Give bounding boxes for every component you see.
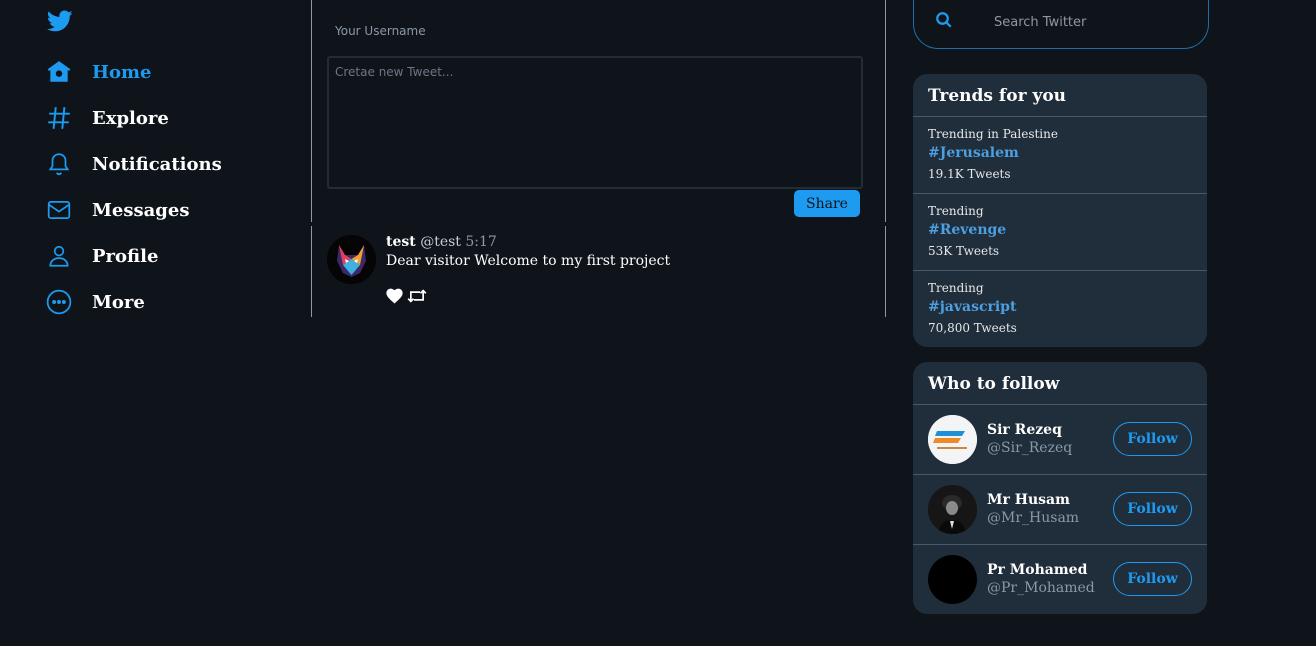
hashtag-icon xyxy=(44,103,74,133)
column-divider xyxy=(885,226,886,317)
divider xyxy=(913,116,1207,117)
bell-icon xyxy=(44,149,74,179)
search-icon xyxy=(935,11,953,33)
trend-category: Trending xyxy=(928,281,984,295)
follow-handle[interactable]: @Pr_Mohamed xyxy=(987,580,1095,596)
divider xyxy=(913,270,1207,271)
share-button[interactable]: Share xyxy=(794,190,860,217)
trend-category: Trending in Palestine xyxy=(928,127,1058,141)
follow-name[interactable]: Mr Husam xyxy=(987,492,1070,508)
trends-title: Trends for you xyxy=(928,86,1067,106)
twitter-logo-icon[interactable] xyxy=(46,8,74,34)
nav-label-messages: Messages xyxy=(92,199,190,221)
post-author-name[interactable]: test xyxy=(386,234,416,250)
avatar[interactable] xyxy=(928,555,977,604)
avatar[interactable] xyxy=(928,485,977,534)
search-input[interactable] xyxy=(992,14,1196,31)
post-time: 5:17 xyxy=(465,234,497,250)
follow-name[interactable]: Pr Mohamed xyxy=(987,562,1087,578)
nav-label-profile: Profile xyxy=(92,245,159,267)
nav-item-home[interactable]: Home xyxy=(44,54,152,90)
follow-name[interactable]: Sir Rezeq xyxy=(987,422,1062,438)
trend-count: 70,800 Tweets xyxy=(928,321,1017,335)
divider xyxy=(913,404,1207,405)
follow-handle[interactable]: @Sir_Rezeq xyxy=(987,440,1072,456)
trends-card: Trends for you Trending in Palestine #Je… xyxy=(913,74,1207,347)
trend-count: 19.1K Tweets xyxy=(928,167,1011,181)
post-actions xyxy=(386,288,427,308)
post-text: Dear visitor Welcome to my first project xyxy=(386,253,671,269)
trend-hashtag[interactable]: #javascript xyxy=(928,299,1016,315)
trend-hashtag[interactable]: #Revenge xyxy=(928,222,1006,238)
trend-count: 53K Tweets xyxy=(928,244,1000,258)
follow-button[interactable]: Follow xyxy=(1113,492,1192,526)
new-tweet-input[interactable] xyxy=(327,56,863,189)
divider xyxy=(913,193,1207,194)
nav-item-notifications[interactable]: Notifications xyxy=(44,146,222,182)
nav-label-notifications: Notifications xyxy=(92,153,222,175)
follow-button[interactable]: Follow xyxy=(1113,422,1192,456)
post-header: test @test 5:17 xyxy=(386,234,497,250)
who-to-follow-card: Who to follow Sir Rezeq @Sir_Rezeq Follo… xyxy=(913,362,1207,614)
post-author-handle[interactable]: @test xyxy=(420,234,461,250)
username-label[interactable]: Your Username xyxy=(335,24,426,38)
heart-icon[interactable] xyxy=(386,288,403,308)
nav-label-home: Home xyxy=(92,61,152,83)
nav-item-explore[interactable]: Explore xyxy=(44,100,169,136)
follow-handle[interactable]: @Mr_Husam xyxy=(987,510,1079,526)
nav-item-messages[interactable]: Messages xyxy=(44,192,189,228)
nav-label-explore: Explore xyxy=(92,107,169,129)
divider xyxy=(913,544,1207,545)
column-divider xyxy=(311,226,312,317)
column-divider xyxy=(311,0,312,222)
home-icon xyxy=(44,57,74,87)
retweet-icon[interactable] xyxy=(407,288,427,308)
more-icon xyxy=(44,287,74,317)
mail-icon xyxy=(44,195,74,225)
trend-category: Trending xyxy=(928,204,984,218)
who-to-follow-title: Who to follow xyxy=(928,374,1060,394)
avatar[interactable] xyxy=(928,415,977,464)
column-divider xyxy=(885,0,886,222)
nav-label-more: More xyxy=(92,291,145,313)
trend-hashtag[interactable]: #Jerusalem xyxy=(928,145,1019,161)
avatar[interactable] xyxy=(327,235,376,284)
follow-button[interactable]: Follow xyxy=(1113,562,1192,596)
user-icon xyxy=(44,241,74,271)
nav-item-profile[interactable]: Profile xyxy=(44,238,158,274)
nav-item-more[interactable]: More xyxy=(44,284,145,320)
divider xyxy=(913,474,1207,475)
